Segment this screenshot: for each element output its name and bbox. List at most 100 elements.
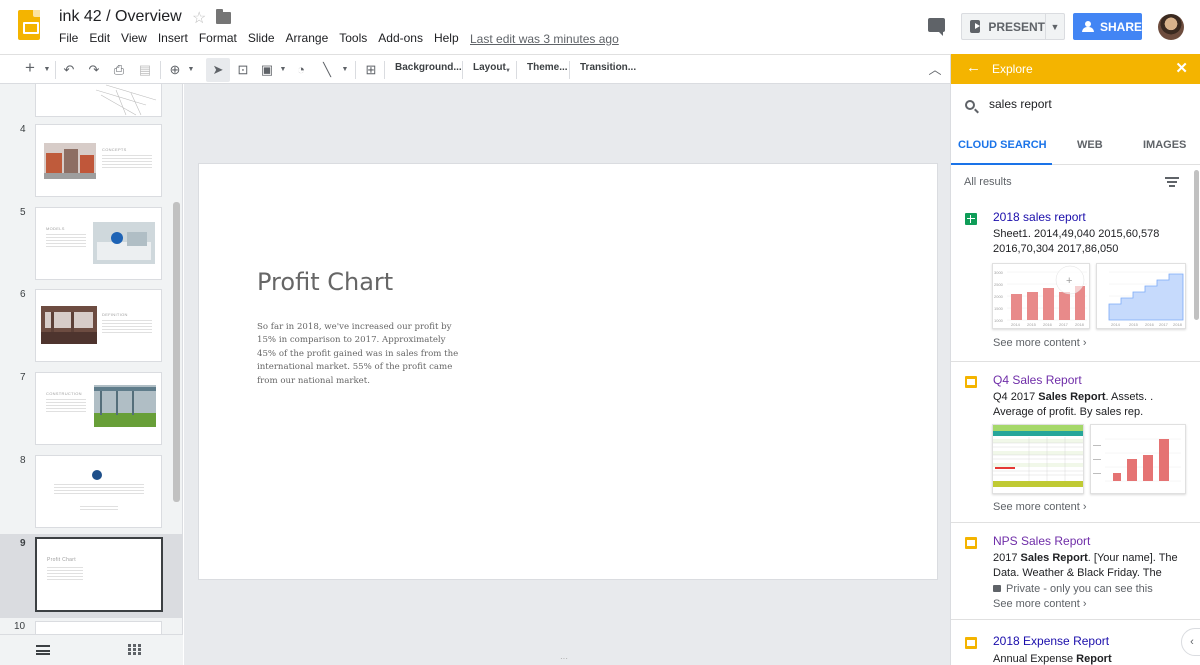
share-button[interactable]: SHARE [1073, 13, 1142, 40]
play-icon [970, 20, 981, 33]
new-slide-plus-icon[interactable]: + [22, 59, 38, 77]
present-dropdown-icon[interactable]: ▼ [1046, 13, 1065, 40]
current-slide[interactable]: Profit Chart So far in 2018, we've incre… [198, 163, 938, 580]
slide-title[interactable]: Profit Chart [257, 268, 393, 296]
slide-thumbnail-9[interactable]: Profit Chart [35, 537, 163, 612]
thumb-title: CONSTRUCTION [46, 391, 82, 396]
result-title[interactable]: Q4 Sales Report [993, 373, 1082, 387]
filmstrip-view-icon[interactable] [36, 645, 50, 655]
collapse-chevron-icon[interactable]: ︿ [926, 61, 944, 79]
result-item[interactable]: 2018 Expense Report Annual Expense Repor… [951, 620, 1200, 665]
menu-bar: File Edit View Insert Format Slide Arran… [59, 31, 470, 45]
menu-tools[interactable]: Tools [339, 31, 367, 45]
close-icon[interactable]: ✕ [1175, 59, 1188, 77]
star-icon[interactable]: ☆ [192, 8, 206, 28]
line-chart-preview[interactable]: 2014 2015 2016 2017 2018 [1096, 263, 1186, 329]
folder-icon[interactable] [216, 9, 231, 24]
redo-icon[interactable]: ↷ [85, 61, 103, 79]
menu-slide[interactable]: Slide [248, 31, 275, 45]
paint-format-icon[interactable]: ▤ [136, 61, 154, 79]
explore-panel: ← Explore ✕ sales report CLOUD SEARCH WE… [950, 54, 1200, 665]
image-icon[interactable]: ▣ [258, 61, 276, 79]
explore-title: Explore [992, 62, 1033, 76]
sales-chart-preview[interactable] [1090, 424, 1186, 494]
slide-number: 4 [20, 124, 26, 135]
thumb-title: DEFINITION [102, 312, 128, 317]
print-icon[interactable]: ⎙ [110, 61, 128, 79]
results-heading: All results [964, 176, 1012, 188]
avatar[interactable] [1158, 14, 1184, 40]
menu-file[interactable]: File [59, 31, 78, 45]
svg-text:1000: 1000 [994, 318, 1004, 323]
quote-icon [92, 470, 102, 480]
slides-logo-icon[interactable] [18, 10, 40, 40]
tab-images[interactable]: IMAGES [1143, 139, 1186, 151]
explore-search[interactable]: sales report [951, 84, 1200, 128]
svg-text:2015: 2015 [1027, 322, 1037, 327]
select-cursor-icon[interactable]: ➤ [209, 61, 227, 79]
last-edit-link[interactable]: Last edit was 3 minutes ago [470, 32, 619, 46]
result-item[interactable]: NPS Sales Report 2017 Sales Report. [You… [951, 523, 1200, 620]
new-slide-dropdown-icon[interactable]: ▼ [42, 61, 52, 79]
menu-arrange[interactable]: Arrange [286, 31, 329, 45]
background-button[interactable]: Background... [395, 62, 462, 73]
tab-web[interactable]: WEB [1077, 139, 1103, 151]
line-icon[interactable]: ╲ [318, 61, 336, 79]
text-box-icon[interactable]: ⊡ [234, 61, 252, 79]
menu-edit[interactable]: Edit [89, 31, 110, 45]
bar-chart-preview[interactable]: 3000 2500 2000 1500 1000 2014 2015 2016 2017 201… [992, 263, 1090, 329]
undo-icon[interactable]: ↶ [60, 61, 78, 79]
grid-view-icon[interactable] [128, 644, 141, 656]
menu-format[interactable]: Format [199, 31, 237, 45]
see-more-link[interactable]: See more content › [993, 501, 1087, 513]
slide-thumbnail-4[interactable]: CONCEPTS [35, 124, 162, 197]
see-more-link[interactable]: See more content › [993, 337, 1087, 349]
result-title[interactable]: 2018 Expense Report [993, 634, 1109, 648]
menu-insert[interactable]: Insert [158, 31, 188, 45]
tab-cloud-search[interactable]: CLOUD SEARCH [958, 139, 1047, 151]
filter-icon[interactable] [1165, 177, 1179, 187]
thumb-title: MODELS [46, 226, 65, 231]
result-title[interactable]: NPS Sales Report [993, 534, 1090, 548]
svg-text:2015: 2015 [1129, 322, 1139, 327]
slide-thumbnail-5[interactable]: MODELS [35, 207, 162, 280]
shape-icon[interactable]: ◔ [292, 61, 310, 79]
zoom-icon[interactable]: ⊕ [166, 61, 184, 79]
menu-addons[interactable]: Add-ons [378, 31, 423, 45]
layout-dropdown-icon[interactable]: ▼ [504, 62, 512, 80]
svg-text:2017: 2017 [1059, 322, 1069, 327]
menu-view[interactable]: View [121, 31, 147, 45]
add-comment-icon[interactable]: ⊞ [362, 61, 380, 79]
layout-button[interactable]: Layout [473, 62, 506, 73]
result-snippet: Sheet1. 2014,49,040 2015,60,578 2016,70,… [993, 228, 1160, 255]
filmstrip-footer [0, 634, 183, 665]
search-input[interactable]: sales report [989, 97, 1052, 111]
zoom-dropdown-icon[interactable]: ▼ [186, 61, 196, 79]
slide-thumbnail-6[interactable]: DEFINITION [35, 289, 162, 362]
image-dropdown-icon[interactable]: ▼ [278, 61, 288, 79]
back-arrow-icon[interactable]: ← [966, 59, 981, 76]
sheets-icon [965, 213, 977, 225]
filmstrip-scrollbar[interactable] [173, 202, 180, 502]
menu-help[interactable]: Help [434, 31, 459, 45]
comment-icon[interactable] [928, 18, 945, 36]
see-more-link[interactable]: See more content › [993, 598, 1087, 610]
line-dropdown-icon[interactable]: ▼ [340, 61, 350, 79]
svg-text:2000: 2000 [994, 294, 1004, 299]
thumb-title: CONCEPTS [102, 147, 127, 152]
result-title[interactable]: 2018 sales report [993, 210, 1086, 224]
document-title[interactable]: ink 42 / Overview [59, 8, 182, 26]
slide-body[interactable]: So far in 2018, we've increased our prof… [257, 321, 467, 388]
transition-button[interactable]: Transition... [580, 62, 636, 73]
result-item[interactable]: Q4 Sales Report Q4 2017 Sales Report. As… [951, 362, 1200, 523]
slide-thumbnail-3[interactable] [35, 84, 162, 117]
slide-thumbnail-8[interactable] [35, 455, 162, 528]
theme-button[interactable]: Theme... [527, 62, 568, 73]
result-item[interactable]: 2018 sales report Sheet1. 2014,49,040 20… [951, 201, 1200, 362]
present-button[interactable]: PRESENT [961, 13, 1046, 40]
slide-thumbnail-7[interactable]: CONSTRUCTION [35, 372, 162, 445]
table-preview[interactable] [992, 424, 1084, 494]
search-icon [965, 100, 975, 110]
resize-handle-icon[interactable]: ··· [560, 655, 574, 663]
slide-number: 7 [20, 372, 26, 383]
